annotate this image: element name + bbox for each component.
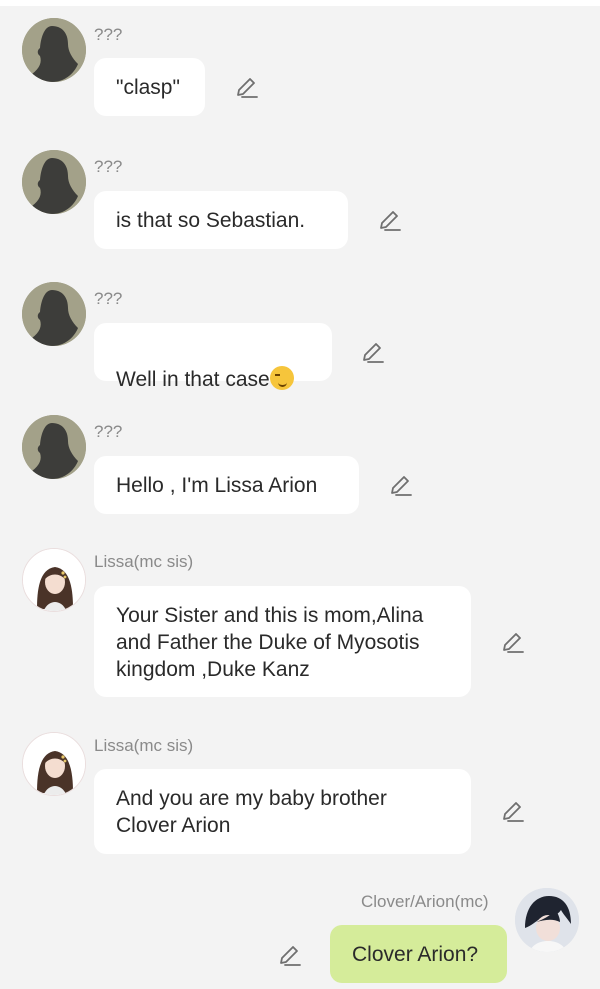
sender-name: ???	[94, 157, 123, 176]
silhouette-avatar[interactable]	[22, 282, 86, 346]
sender-name: ???	[94, 289, 123, 308]
message-bubble[interactable]: Well in that case	[94, 323, 332, 391]
message-bubble[interactable]: is that so Sebastian.	[94, 191, 348, 249]
boy-avatar[interactable]	[515, 888, 579, 952]
smirk-emoji-icon	[269, 366, 294, 390]
pencil-icon[interactable]	[500, 799, 526, 825]
pencil-icon[interactable]	[360, 340, 386, 366]
message-bubble[interactable]: Your Sister and this is mom,Alina and Fa…	[94, 586, 471, 697]
message-bubble[interactable]: Hello , I'm Lissa Arion	[94, 456, 359, 514]
message-bubble[interactable]: "clasp"	[94, 58, 205, 116]
message-text: Well in that case	[116, 368, 270, 391]
pencil-icon[interactable]	[234, 75, 260, 101]
message-bubble[interactable]: And you are my baby brother Clover Arion	[94, 769, 471, 854]
girl-avatar[interactable]	[22, 548, 86, 612]
girl-avatar[interactable]	[22, 732, 86, 796]
pencil-icon[interactable]	[377, 208, 403, 234]
sender-name: Lissa(mc sis)	[94, 736, 194, 755]
pencil-icon[interactable]	[277, 943, 303, 969]
sender-name: ???	[94, 25, 123, 44]
my-message-bubble[interactable]: Clover Arion?	[330, 925, 507, 983]
silhouette-avatar[interactable]	[22, 415, 86, 479]
silhouette-avatar[interactable]	[22, 150, 86, 214]
sender-name: Lissa(mc sis)	[94, 552, 194, 571]
top-strip	[0, 0, 600, 6]
pencil-icon[interactable]	[388, 473, 414, 499]
sender-name: Clover/Arion(mc)	[361, 892, 489, 911]
sender-name: ???	[94, 422, 123, 441]
silhouette-avatar[interactable]	[22, 18, 86, 82]
pencil-icon[interactable]	[500, 630, 526, 656]
